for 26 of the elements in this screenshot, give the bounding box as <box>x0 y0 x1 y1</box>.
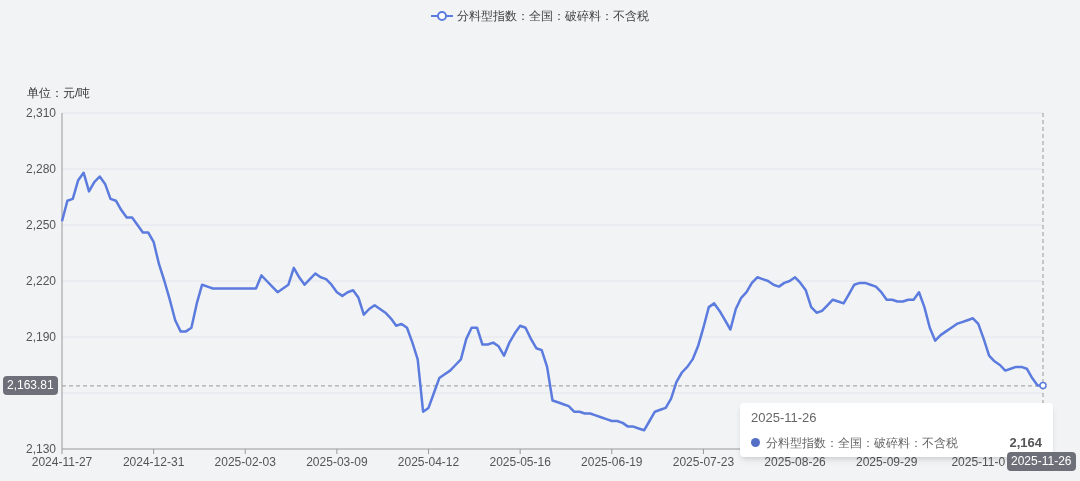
x-axis-label: 2025-02-03 <box>214 455 276 469</box>
tooltip-series-name: 分料型指数：全国：破碎料：不含税 <box>766 434 958 452</box>
data-point-marker <box>1039 381 1047 390</box>
x-axis-label: 2024-12-31 <box>122 455 185 469</box>
x-axis-label: 2025-05-16 <box>489 455 551 469</box>
x-axis-label: 2024-11-27 <box>31 455 93 469</box>
x-axis-label: 2025-04-12 <box>397 455 460 469</box>
x-axis-label: 2025-03-09 <box>306 455 368 469</box>
x-axis-label: 2025-07-23 <box>672 455 735 469</box>
x-axis-label: 2025-06-19 <box>581 455 643 469</box>
y-axis-label: 2,280 <box>25 162 56 176</box>
y-axis-label: 2,250 <box>25 218 56 232</box>
tooltip-value: 2,164 <box>1009 434 1042 452</box>
x-axis-label: 2025-09-29 <box>856 455 918 469</box>
legend-line-icon <box>431 11 453 21</box>
legend-label[interactable]: 分料型指数：全国：破碎料：不含税 <box>457 7 649 25</box>
y-axis-label: 2,220 <box>25 274 56 288</box>
y-axis-label: 2,190 <box>25 330 56 344</box>
axis-pointer-x-label: 2025-11-26 <box>1007 452 1076 471</box>
y-axis-label: 2,130 <box>25 442 56 456</box>
x-axis-label: 2025-08-26 <box>764 455 826 469</box>
tooltip-date: 2025-11-26 <box>751 409 818 427</box>
y-axis-label: 2,310 <box>25 106 56 120</box>
axis-pointer-y-label: 2,163.81 <box>3 376 58 395</box>
x-axis-label: 2025-11-0 <box>951 455 1006 469</box>
unit-label: 单位：元/吨 <box>27 86 91 100</box>
